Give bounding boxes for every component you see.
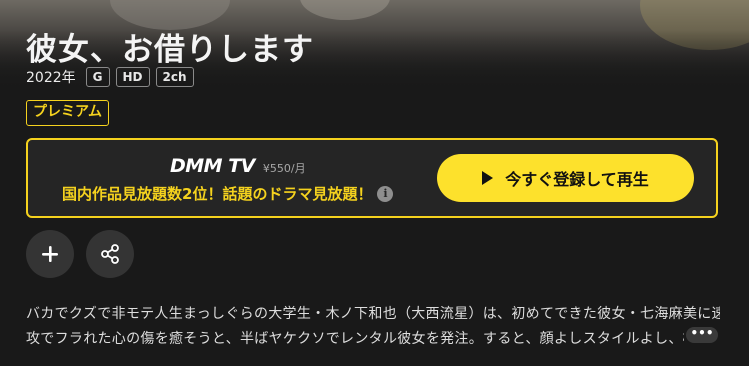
plus-icon	[42, 246, 58, 262]
release-year: 2022年	[26, 70, 76, 86]
rating-tag: G	[85, 67, 110, 87]
monthly-price: ¥550/月	[262, 162, 306, 175]
subscription-promo: DMM TV ¥550/月 国内作品見放題数2位！話題のドラマ見放題！ i 今す…	[26, 138, 718, 218]
subscribe-and-play-label: 今すぐ登録して再生	[505, 170, 649, 189]
quality-tag: HD	[115, 67, 150, 87]
add-to-list-button[interactable]	[26, 230, 74, 278]
subscribe-and-play-button[interactable]: 今すぐ登録して再生	[437, 154, 694, 202]
hero-image-detail	[300, 0, 390, 20]
share-icon	[101, 244, 119, 264]
audio-tag: 2ch	[155, 67, 194, 87]
promo-copy-text: 国内作品見放題数2位！話題のドラマ見放題！	[62, 185, 373, 203]
read-more-button[interactable]: •••	[686, 327, 718, 343]
brand-row: DMM TV ¥550/月	[170, 155, 306, 177]
dmm-tv-logo: DMM TV	[170, 155, 255, 177]
play-icon	[482, 171, 494, 185]
info-icon[interactable]: i	[377, 185, 394, 202]
page-title: 彼女、お借りします	[26, 32, 314, 68]
synopsis: バカでクズで非モテ人生まっしぐらの大学生・木ノ下和也（大西流星）は、初めてできた…	[26, 302, 720, 352]
share-button[interactable]	[86, 230, 134, 278]
synopsis-line: バカでクズで非モテ人生まっしぐらの大学生・木ノ下和也（大西流星）は、初めてできた…	[26, 306, 720, 322]
meta-row: 2022年 G HD 2ch	[26, 66, 194, 88]
premium-badge: プレミアム	[26, 100, 110, 126]
promo-copy: 国内作品見放題数2位！話題のドラマ見放題！ i	[62, 183, 394, 204]
synopsis-line: 攻でフラれた心の傷を癒そうと、半ばヤケクソでレンタル彼女を発注。すると、顔よしス…	[26, 331, 684, 347]
